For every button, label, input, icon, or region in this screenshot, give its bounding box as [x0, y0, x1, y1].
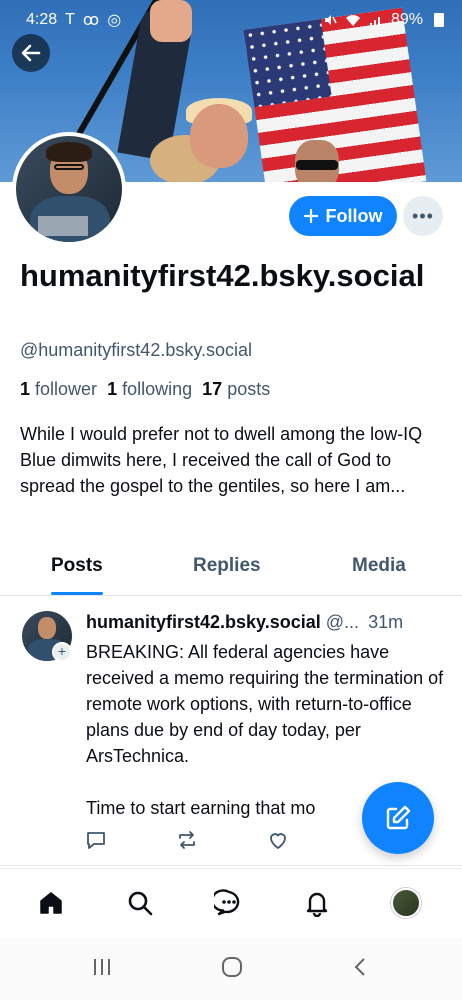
status-icon-t: T [65, 11, 75, 28]
back-button[interactable] [12, 34, 50, 72]
status-bar: 4:28 T ꝏ ◎ 89% [0, 0, 462, 40]
nav-notifications[interactable] [299, 885, 335, 921]
post-paragraph-1: BREAKING: All federal agencies have rece… [86, 642, 444, 766]
profile-bio: While I would prefer not to dwell among … [20, 424, 423, 496]
search-icon [128, 891, 153, 916]
follow-button[interactable]: Follow [289, 196, 397, 236]
avatar-image [16, 136, 122, 242]
profile-stats: 1 follower 1 following 17 posts [20, 379, 270, 400]
nav-profile[interactable] [388, 885, 424, 921]
bell-icon [306, 892, 328, 917]
battery-icon [434, 13, 444, 27]
system-navigation-bar [0, 938, 462, 1000]
battery-text: 89% [390, 11, 423, 28]
active-tab-indicator [51, 592, 103, 595]
banner-sunglasses [296, 160, 338, 170]
tab-replies[interactable]: Replies [193, 548, 261, 596]
post-time: 31m [368, 612, 404, 632]
mute-icon [324, 15, 337, 25]
compose-icon [386, 805, 411, 830]
back-chevron-icon[interactable] [352, 956, 368, 978]
plus-icon [303, 209, 318, 223]
follow-label: Follow [325, 205, 383, 226]
bottom-navigation [0, 868, 462, 938]
posts-count: 17 posts [202, 379, 271, 399]
more-options-button[interactable]: ••• [403, 196, 443, 236]
nav-home[interactable] [33, 885, 69, 921]
nav-chat[interactable] [211, 885, 247, 921]
profile-handle: @humanityfirst42.bsky.social [20, 340, 253, 360]
like-icon[interactable] [266, 828, 290, 852]
signal-icon [369, 17, 380, 26]
tab-media[interactable]: Media [352, 548, 406, 596]
profile-tabs: Posts Replies Media [0, 548, 462, 596]
post-actions [84, 828, 384, 854]
following-link[interactable]: 1 following [107, 379, 192, 400]
home-icon [40, 892, 62, 914]
recent-apps-icon[interactable] [92, 956, 112, 978]
post-author[interactable]: humanityfirst42.bsky.social [86, 612, 321, 632]
status-icon-location: ◎ [107, 12, 122, 29]
chat-icon [214, 889, 240, 916]
tab-posts[interactable]: Posts [51, 548, 103, 596]
repost-icon[interactable] [175, 828, 199, 852]
reply-icon[interactable] [84, 828, 108, 852]
compose-button[interactable] [362, 782, 434, 854]
nav-search[interactable] [122, 885, 158, 921]
profile-avatar[interactable] [12, 132, 126, 246]
followers-link[interactable]: 1 follower [20, 379, 97, 400]
back-arrow-icon [21, 44, 41, 62]
status-icon-voicemail: ꝏ [82, 12, 100, 29]
home-circle-icon[interactable] [221, 956, 243, 978]
post-header: humanityfirst42.bsky.social @... 31m [86, 612, 452, 633]
status-time: 4:28 [26, 11, 58, 28]
profile-display-name: humanityfirst42.bsky.social [20, 258, 425, 293]
banner-person-face [190, 104, 248, 168]
wifi-icon [345, 15, 360, 26]
follow-plus-icon[interactable]: + [52, 642, 72, 662]
avatar [391, 888, 421, 918]
more-options-icon: ••• [412, 205, 434, 226]
post-handle: @... [325, 612, 360, 632]
